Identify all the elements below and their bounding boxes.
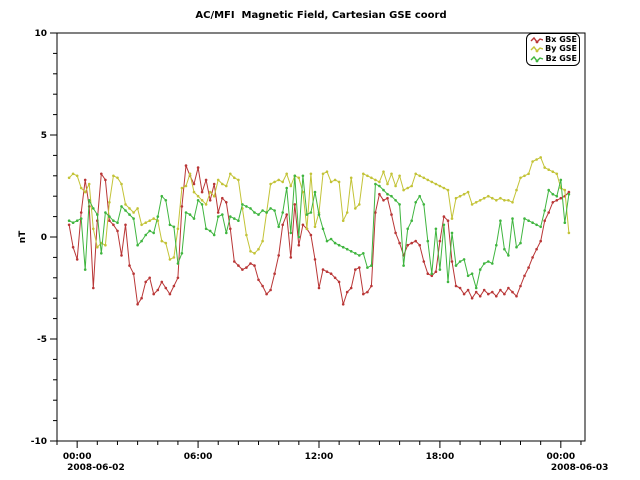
- series-bz-gse: [68, 175, 570, 290]
- x-tick-label: 00:00: [63, 452, 92, 462]
- legend-label-bz: Bz GSE: [546, 55, 577, 63]
- x-end-date-label: 2008-06-03: [551, 463, 609, 473]
- x-tick-label: 12:00: [305, 452, 334, 462]
- by-line-sample-icon: [530, 45, 543, 53]
- bx-line-sample-icon: [530, 36, 543, 44]
- legend-item-bz: Bz GSE: [530, 55, 577, 63]
- legend-label-bx: Bx GSE: [545, 36, 577, 44]
- y-tick-label: 5: [41, 131, 47, 141]
- legend-item-by: By GSE: [530, 45, 577, 53]
- y-tick-label: 0: [41, 233, 47, 243]
- legend-label-by: By GSE: [545, 45, 577, 53]
- x-tick-label: 00:00: [546, 452, 575, 462]
- series-by-gse: [68, 156, 570, 261]
- legend-item-bx: Bx GSE: [530, 36, 577, 44]
- plot-canvas: 1050-5-10nT00:0006:0012:0018:0000:002008…: [0, 0, 640, 480]
- x-tick-label: 18:00: [426, 452, 455, 462]
- screenshot-root: AC/MFI Magnetic Field, Cartesian GSE coo…: [0, 0, 640, 480]
- y-tick-label: 10: [34, 29, 47, 39]
- y-tick-label: -5: [37, 335, 47, 345]
- y-axis-title: nT: [18, 230, 28, 243]
- y-tick-label: -10: [31, 437, 47, 447]
- legend: Bx GSE By GSE Bz GSE: [526, 33, 580, 66]
- x-tick-label: 06:00: [184, 452, 213, 462]
- series-bx-gse: [68, 164, 570, 305]
- bz-line-sample-icon: [530, 55, 544, 63]
- x-start-date-label: 2008-06-02: [67, 463, 125, 473]
